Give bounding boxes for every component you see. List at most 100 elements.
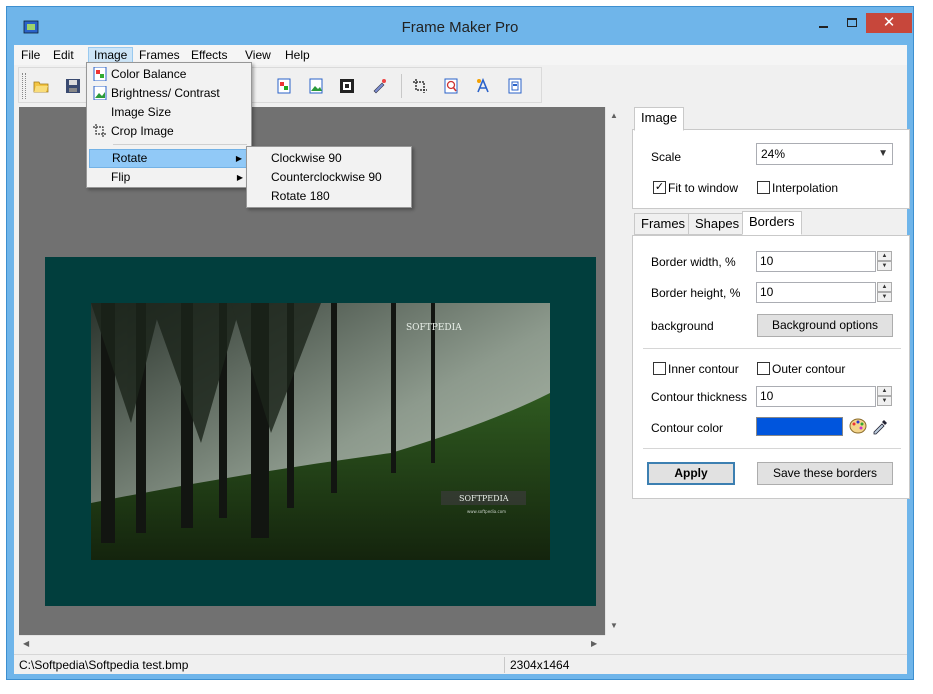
menu-item-crop-image[interactable]: Crop Image xyxy=(89,122,249,141)
status-image-dimensions: 2304x1464 xyxy=(510,658,570,672)
forest-image: SOFTPEDIA SOFTPEDIA www.softpedia.com xyxy=(91,303,550,560)
background-label: background xyxy=(651,319,714,333)
contour-color-swatch[interactable] xyxy=(756,417,843,436)
inner-contour-checkbox[interactable] xyxy=(653,362,666,375)
menu-item-flip[interactable]: Flip ▶ xyxy=(89,168,249,187)
contour-color-label: Contour color xyxy=(651,421,724,435)
scroll-up-icon[interactable]: ▲ xyxy=(610,111,618,120)
save-icon[interactable] xyxy=(65,78,81,94)
scale-label: Scale xyxy=(651,150,682,164)
spin-up-icon[interactable]: ▲ xyxy=(877,251,892,261)
spin-down-icon[interactable]: ▼ xyxy=(877,261,892,271)
submenu-arrow-icon: ▶ xyxy=(235,154,242,163)
fit-to-window-label: Fit to window xyxy=(668,181,739,195)
menu-item-image-size[interactable]: Image Size xyxy=(89,103,249,122)
menu-item-label: Rotate xyxy=(112,151,148,165)
color-balance-icon xyxy=(93,67,107,81)
border-height-input[interactable]: 10 xyxy=(756,282,876,303)
toolbar-grip[interactable] xyxy=(22,73,26,99)
menu-item-label: Image Size xyxy=(111,105,172,119)
horizontal-scrollbar[interactable]: ◀ ▶ xyxy=(19,635,605,652)
close-icon: ✕ xyxy=(882,14,896,31)
scroll-corner xyxy=(605,635,622,652)
tab-borders[interactable]: Borders xyxy=(742,211,802,235)
watermark-small: www.softpedia.com xyxy=(467,509,506,514)
scale-value: 24% xyxy=(761,147,786,161)
maximize-button[interactable] xyxy=(839,13,866,33)
tab-frames[interactable]: Frames xyxy=(634,213,693,235)
minimize-icon xyxy=(819,26,828,28)
scroll-left-icon[interactable]: ◀ xyxy=(23,639,29,648)
border-height-label: Border height, % xyxy=(651,286,741,300)
outer-contour-label: Outer contour xyxy=(772,362,846,376)
inner-contour-label: Inner contour xyxy=(668,362,739,376)
spin-down-icon[interactable]: ▼ xyxy=(877,396,892,406)
minimize-button[interactable] xyxy=(810,13,837,33)
background-options-button[interactable]: Background options xyxy=(757,314,893,337)
scroll-right-icon[interactable]: ▶ xyxy=(591,639,597,648)
text-tool-icon[interactable] xyxy=(475,78,491,94)
spin-up-icon[interactable]: ▲ xyxy=(877,386,892,396)
watermark-bottom: SOFTPEDIA xyxy=(459,494,509,503)
menu-item-clockwise-90[interactable]: Clockwise 90 xyxy=(249,149,409,168)
crop-tool-icon[interactable] xyxy=(412,78,428,94)
menu-item-label: Flip xyxy=(111,170,131,184)
border-width-label: Border width, % xyxy=(651,255,736,269)
apply-button[interactable]: Apply xyxy=(647,462,735,485)
tab-shapes[interactable]: Shapes xyxy=(688,213,747,235)
contour-thickness-label: Contour thickness xyxy=(651,390,748,404)
window-title: Frame Maker Pro xyxy=(401,19,519,36)
borders-panel: Border width, % 10 ▲ ▼ Border height, % … xyxy=(632,235,910,499)
tab-image[interactable]: Image xyxy=(634,107,685,131)
menu-item-rotate-180[interactable]: Rotate 180 xyxy=(249,187,409,206)
palette-icon[interactable] xyxy=(849,417,867,435)
vertical-scrollbar[interactable]: ▲ ▼ xyxy=(605,107,622,635)
crop-icon xyxy=(93,124,107,138)
contour-thickness-spinner[interactable]: ▲ ▼ xyxy=(877,386,892,407)
watermark-top: SOFTPEDIA xyxy=(406,323,462,333)
section-divider xyxy=(643,348,901,349)
menu-item-label: Crop Image xyxy=(111,124,174,138)
border-icon[interactable] xyxy=(339,78,355,94)
menu-help[interactable]: Help xyxy=(280,47,315,64)
spin-down-icon[interactable]: ▼ xyxy=(877,292,892,302)
close-button[interactable]: ✕ xyxy=(866,13,912,33)
border-height-spinner[interactable]: ▲ ▼ xyxy=(877,282,892,303)
status-file-path: C:\Softpedia\Softpedia test.bmp xyxy=(19,658,189,672)
open-folder-icon[interactable] xyxy=(33,78,49,94)
spin-up-icon[interactable]: ▲ xyxy=(877,282,892,292)
save-borders-button[interactable]: Save these borders xyxy=(757,462,893,485)
menu-item-label: Color Balance xyxy=(111,67,187,81)
menu-item-counterclockwise-90[interactable]: Counterclockwise 90 xyxy=(249,168,409,187)
film-icon[interactable] xyxy=(507,78,523,94)
status-bar: C:\Softpedia\Softpedia test.bmp 2304x146… xyxy=(14,654,907,674)
rotate-submenu: Clockwise 90 Counterclockwise 90 Rotate … xyxy=(246,146,412,208)
menu-item-color-balance[interactable]: Color Balance xyxy=(89,65,249,84)
toolbar-separator xyxy=(401,74,402,98)
eyedropper-icon[interactable] xyxy=(871,417,889,435)
picture-icon[interactable] xyxy=(308,78,324,94)
border-width-spinner[interactable]: ▲ ▼ xyxy=(877,251,892,272)
maximize-icon xyxy=(847,18,857,27)
border-width-input[interactable]: 10 xyxy=(756,251,876,272)
fit-to-window-checkbox[interactable]: ✓ xyxy=(653,181,666,194)
zoom-icon[interactable] xyxy=(443,78,459,94)
brightness-contrast-icon xyxy=(93,86,107,100)
menu-item-rotate[interactable]: Rotate ▶ xyxy=(89,149,249,168)
menu-item-label: Brightness/ Contrast xyxy=(111,86,220,100)
scale-select[interactable]: 24% ▼ xyxy=(756,143,893,165)
outer-contour-checkbox[interactable] xyxy=(757,362,770,375)
scroll-down-icon[interactable]: ▼ xyxy=(610,621,618,630)
image-menu-dropdown: Color Balance Brightness/ Contrast Image… xyxy=(86,62,252,188)
frame-add-icon[interactable] xyxy=(276,78,292,94)
menu-edit[interactable]: Edit xyxy=(48,47,79,64)
menu-item-brightness-contrast[interactable]: Brightness/ Contrast xyxy=(89,84,249,103)
paint-tool-icon[interactable] xyxy=(371,78,387,94)
contour-thickness-input[interactable]: 10 xyxy=(756,386,876,407)
interpolation-checkbox[interactable] xyxy=(757,181,770,194)
menu-file[interactable]: File xyxy=(16,47,45,64)
frame-border-preview: SOFTPEDIA SOFTPEDIA www.softpedia.com xyxy=(45,257,596,606)
image-settings-panel: Scale 24% ▼ ✓ Fit to window Interpolatio… xyxy=(632,129,910,209)
title-bar[interactable]: Frame Maker Pro ✕ xyxy=(7,7,913,45)
menu-separator xyxy=(113,144,247,145)
